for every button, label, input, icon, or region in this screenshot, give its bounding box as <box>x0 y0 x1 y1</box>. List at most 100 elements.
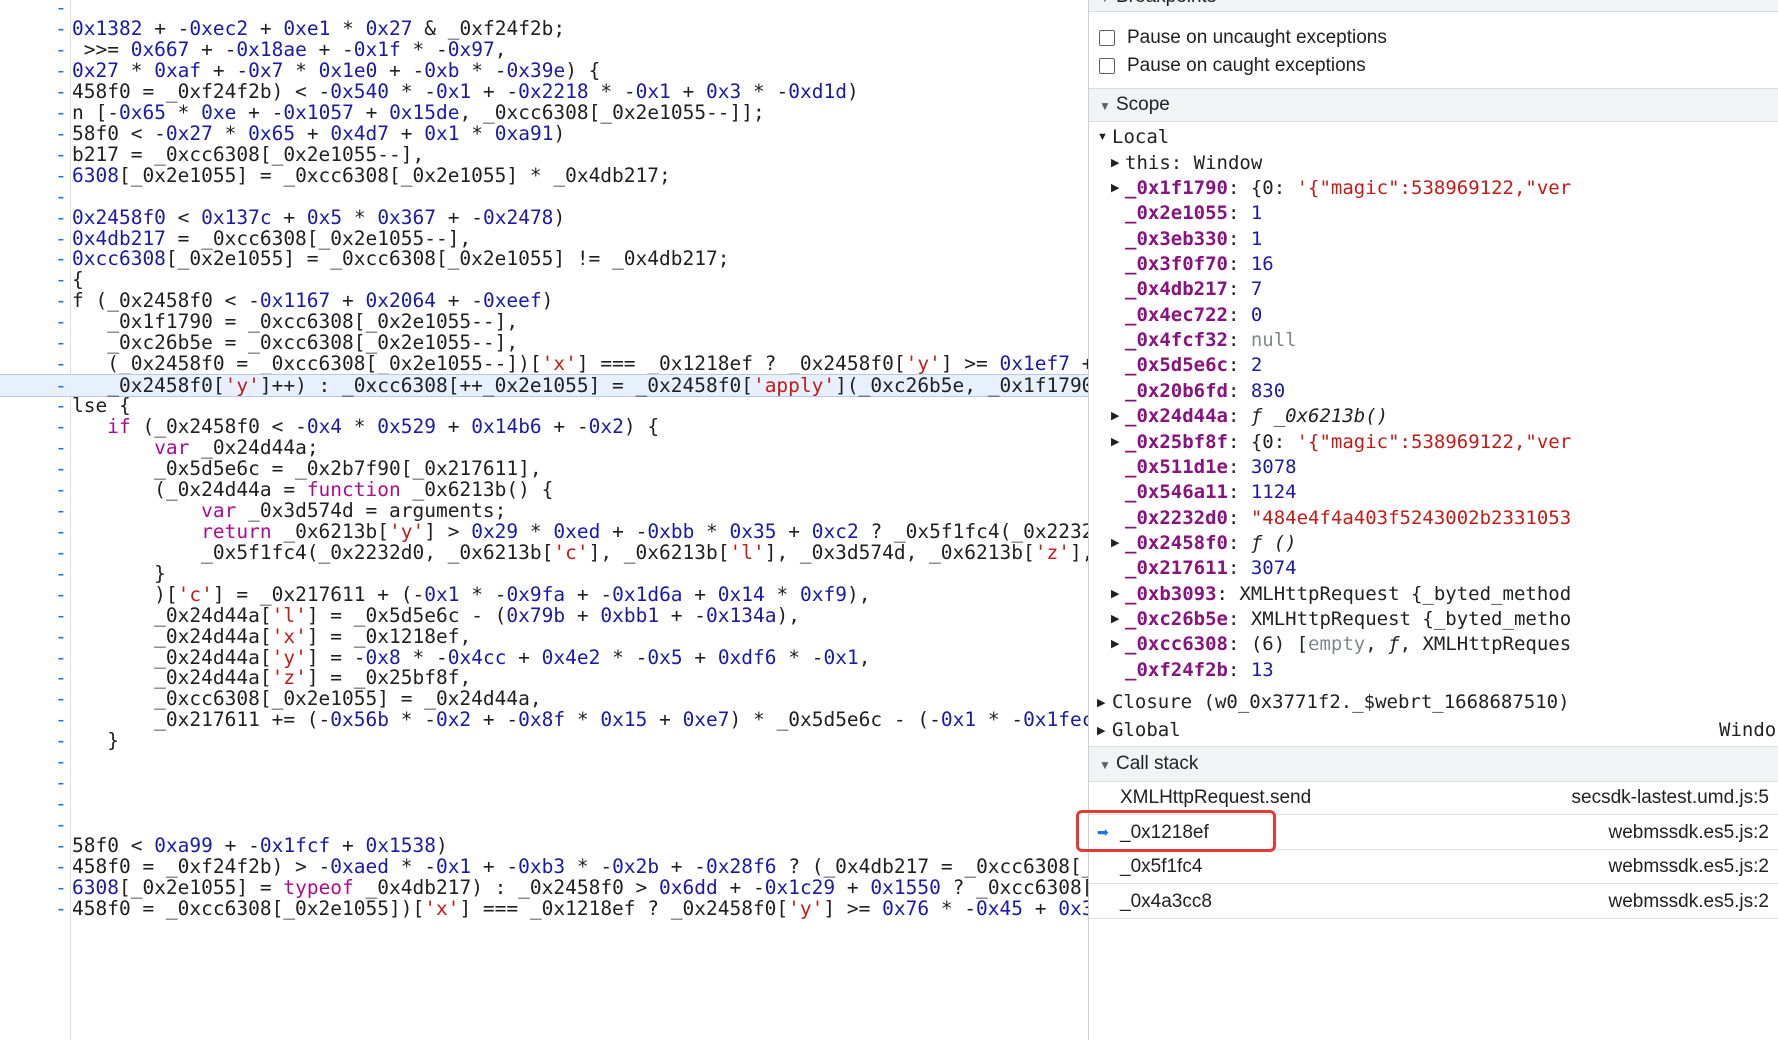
callstack-frame-location[interactable]: webmssdk.es5.js:2 <box>1608 891 1769 913</box>
expand-triangle-icon[interactable]: ▼ <box>1097 131 1108 143</box>
gutter-collapse-marker[interactable]: - <box>55 626 69 647</box>
code-line[interactable]: - <box>0 751 1088 772</box>
code-line[interactable]: -6308[_0x2e1055] = typeof _0x4db217) : _… <box>0 877 1088 898</box>
gutter-collapse-marker[interactable]: - <box>55 877 69 898</box>
gutter-collapse-marker[interactable]: - <box>55 647 69 668</box>
code-line[interactable]: -f (_0x2458f0 < -0x1167 + 0x2064 + -0xee… <box>0 290 1088 311</box>
expand-triangle-icon[interactable]: ▶ <box>1111 409 1119 422</box>
scope-variable[interactable]: _0x3eb330: 1 <box>1125 227 1262 252</box>
gutter-collapse-marker[interactable]: - <box>55 0 69 18</box>
code-line[interactable]: -0x4db217 = _0xcc6308[_0x2e1055--], <box>0 228 1088 249</box>
callstack-frame-location[interactable]: webmssdk.es5.js:2 <box>1608 856 1769 878</box>
breakpoints-section-header[interactable]: ▼ Breakpoints <box>1089 0 1778 12</box>
code-line[interactable]: - _0x1f1790 = _0xcc6308[_0x2e1055--], <box>0 311 1088 332</box>
global-scope-label[interactable]: Global <box>1112 718 1181 743</box>
expand-triangle-icon[interactable]: ▶ <box>1111 637 1119 650</box>
code-line[interactable]: - )['c'] = _0x217611 + (-0x1 * -0x9fa + … <box>0 584 1088 605</box>
gutter-collapse-marker[interactable]: - <box>55 395 69 416</box>
scope-variable[interactable]: _0x511d1e: 3078 <box>1125 455 1297 480</box>
gutter-collapse-marker[interactable]: - <box>55 228 69 249</box>
callstack-frame-location[interactable]: webmssdk.es5.js:2 <box>1608 822 1769 844</box>
callstack-frame-location[interactable]: secsdk-lastest.umd.js:5 <box>1572 787 1769 809</box>
callstack-section-header[interactable]: ▼ Call stack <box>1089 746 1778 782</box>
gutter-collapse-marker[interactable]: - <box>55 248 69 269</box>
scope-section-header[interactable]: ▼ Scope <box>1089 88 1778 122</box>
expand-triangle-icon[interactable]: ▶ <box>1097 724 1105 737</box>
code-line[interactable]: - _0x24d44a['l'] = _0x5d5e6c - (0x79b + … <box>0 605 1088 626</box>
gutter-collapse-marker[interactable]: - <box>55 479 69 500</box>
gutter-collapse-marker[interactable]: - <box>55 375 69 396</box>
gutter-collapse-marker[interactable]: - <box>55 60 69 81</box>
code-line[interactable]: - <box>0 793 1088 814</box>
scope-variable[interactable]: _0x20b6fd: 830 <box>1125 379 1285 404</box>
code-line[interactable]: - var _0x3d574d = arguments; <box>0 500 1088 521</box>
gutter-collapse-marker[interactable]: - <box>55 521 69 542</box>
gutter-collapse-marker[interactable]: - <box>55 18 69 39</box>
expand-triangle-icon[interactable]: ▶ <box>1111 435 1119 448</box>
gutter-collapse-marker[interactable]: - <box>55 584 69 605</box>
gutter-collapse-marker[interactable]: - <box>55 814 69 835</box>
gutter-collapse-marker[interactable]: - <box>55 332 69 353</box>
pause-uncaught-checkbox[interactable] <box>1099 30 1115 46</box>
code-line[interactable]: - <box>0 772 1088 793</box>
gutter-collapse-marker[interactable]: - <box>55 856 69 877</box>
scope-variable[interactable]: _0x4db217: 7 <box>1125 277 1262 302</box>
scope-variable[interactable]: _0x2458f0: ƒ () <box>1125 531 1297 556</box>
code-line[interactable]: -58f0 < -0x27 * 0x65 + 0x4d7 + 0x1 * 0xa… <box>0 123 1088 144</box>
gutter-collapse-marker[interactable]: - <box>55 290 69 311</box>
gutter-collapse-marker[interactable]: - <box>55 39 69 60</box>
callstack-frame[interactable]: _0x4a3cc8 webmssdk.es5.js:2 <box>1089 884 1778 919</box>
code-line[interactable]: -58f0 < 0xa99 + -0x1fcf + 0x1538) <box>0 835 1088 856</box>
scope-variable[interactable]: _0x2e1055: 1 <box>1125 201 1262 226</box>
gutter-collapse-marker[interactable]: - <box>55 772 69 793</box>
code-line[interactable]: -0x1382 + -0xec2 + 0xe1 * 0x27 & _0xf24f… <box>0 18 1088 39</box>
code-line[interactable]: - _0x24d44a['y'] = -0x8 * -0x4cc + 0x4e2… <box>0 647 1088 668</box>
code-line[interactable]: - _0x24d44a['x'] = _0x1218ef, <box>0 626 1088 647</box>
gutter-collapse-marker[interactable]: - <box>55 416 69 437</box>
code-line[interactable]: - (_0x2458f0 = _0xcc6308[_0x2e1055--])['… <box>0 353 1088 374</box>
gutter-collapse-marker[interactable]: - <box>55 123 69 144</box>
gutter-collapse-marker[interactable]: - <box>55 165 69 186</box>
scope-variable[interactable]: _0x1f1790: {0: '{"magic":538969122,"ver <box>1125 176 1571 201</box>
scope-variable[interactable]: _0x3f0f70: 16 <box>1125 252 1274 277</box>
gutter-collapse-marker[interactable]: - <box>55 751 69 772</box>
gutter-collapse-marker[interactable]: - <box>55 437 69 458</box>
gutter-collapse-marker[interactable]: - <box>55 311 69 332</box>
expand-triangle-icon[interactable]: ▶ <box>1111 536 1119 549</box>
gutter-collapse-marker[interactable]: - <box>55 144 69 165</box>
scope-variable[interactable]: _0x546a11: 1124 <box>1125 480 1297 505</box>
gutter-collapse-marker[interactable]: - <box>55 793 69 814</box>
gutter-collapse-marker[interactable]: - <box>55 835 69 856</box>
gutter-collapse-marker[interactable]: - <box>55 709 69 730</box>
gutter-collapse-marker[interactable]: - <box>55 186 69 207</box>
gutter-collapse-marker[interactable]: - <box>55 688 69 709</box>
code-line[interactable]: -0x2458f0 < 0x137c + 0x5 * 0x367 + -0x24… <box>0 207 1088 228</box>
callstack-frame[interactable]: _0x5f1fc4 webmssdk.es5.js:2 <box>1089 849 1778 884</box>
code-line[interactable]: - } <box>0 730 1088 751</box>
pause-caught-checkbox[interactable] <box>1099 58 1115 74</box>
gutter-collapse-marker[interactable]: - <box>55 605 69 626</box>
expand-triangle-icon[interactable]: ▶ <box>1111 587 1119 600</box>
gutter-collapse-marker[interactable]: - <box>55 730 69 751</box>
code-line[interactable]: - _0x5d5e6c = _0x2b7f90[_0x217611], <box>0 458 1088 479</box>
gutter-collapse-marker[interactable]: - <box>55 102 69 123</box>
code-line[interactable]: - _0x24d44a['z'] = _0x25bf8f, <box>0 667 1088 688</box>
expand-triangle-icon[interactable]: ▶ <box>1111 612 1119 625</box>
code-line[interactable]: - lse { <box>0 395 1088 416</box>
source-code-editor[interactable]: -0x1382 + -0xec2 + 0xe1 * 0x27 & _0xf24f… <box>0 0 1088 1040</box>
scope-variable[interactable]: _0xc26b5e: XMLHttpRequest {_byted_metho <box>1125 607 1571 632</box>
code-line[interactable]: - _0xcc6308[_0x2e1055] = _0x24d44a, <box>0 688 1088 709</box>
code-line[interactable]: - >>= 0x667 + -0x18ae + -0x1f * -0x97, <box>0 39 1088 60</box>
gutter-collapse-marker[interactable]: - <box>55 81 69 102</box>
scope-variable[interactable]: _0x24d44a: ƒ _0x6213b() <box>1125 404 1388 429</box>
local-scope-label[interactable]: Local <box>1112 125 1169 150</box>
code-line[interactable]: - return _0x6213b['y'] > 0x29 * 0xed + -… <box>0 521 1088 542</box>
expand-triangle-icon[interactable]: ▶ <box>1111 181 1119 194</box>
code-line[interactable]: - <box>0 0 1088 18</box>
code-line[interactable]: - } <box>0 563 1088 584</box>
code-line[interactable]: - <box>0 186 1088 207</box>
code-line[interactable]: -0x27 * 0xaf + -0x7 * 0x1e0 + -0xb * -0x… <box>0 60 1088 81</box>
scope-variable[interactable]: _0xf24f2b: 13 <box>1125 658 1274 683</box>
scope-variable[interactable]: _0x5d5e6c: 2 <box>1125 353 1262 378</box>
code-line[interactable]: -458f0 = _0xcc6308[_0x2e1055])['x'] === … <box>0 898 1088 919</box>
